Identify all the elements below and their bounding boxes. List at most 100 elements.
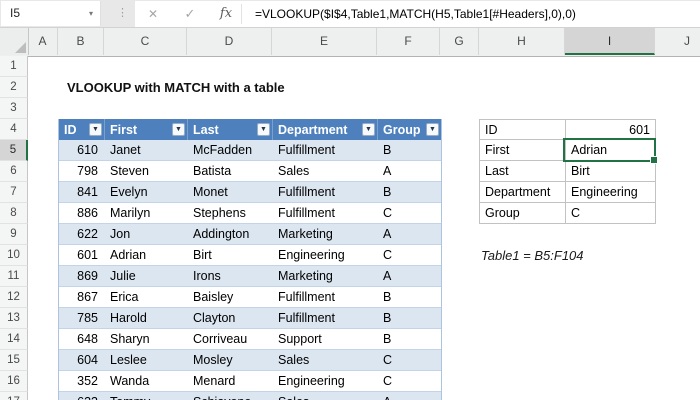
table-cell[interactable]: B bbox=[378, 140, 441, 161]
column-header-h[interactable]: H bbox=[479, 28, 565, 55]
table-cell[interactable]: Fulfillment bbox=[273, 308, 378, 329]
table-cell[interactable]: Janet bbox=[105, 140, 188, 161]
lookup-label-cell[interactable]: Last bbox=[479, 160, 566, 182]
table-cell[interactable]: Sales bbox=[273, 161, 378, 182]
enter-icon[interactable]: ✓ bbox=[179, 1, 201, 27]
table-cell[interactable]: Engineering bbox=[273, 245, 378, 266]
table-cell[interactable]: B bbox=[378, 329, 441, 350]
lookup-label-cell[interactable]: Department bbox=[479, 181, 566, 203]
table-cell[interactable]: 633 bbox=[59, 392, 105, 400]
table-cell[interactable]: 604 bbox=[59, 350, 105, 371]
table-cell[interactable]: Engineering bbox=[273, 371, 378, 392]
column-header-i[interactable]: I bbox=[565, 28, 655, 55]
table-cell[interactable]: Julie bbox=[105, 266, 188, 287]
table-cell[interactable]: B bbox=[378, 287, 441, 308]
table-cell[interactable]: 886 bbox=[59, 203, 105, 224]
table-cell[interactable]: Marilyn bbox=[105, 203, 188, 224]
column-header-a[interactable]: A bbox=[28, 28, 58, 55]
lookup-label-cell[interactable]: ID bbox=[479, 119, 566, 141]
table-cell[interactable]: A bbox=[378, 392, 441, 400]
table-cell[interactable]: A bbox=[378, 266, 441, 287]
table-cell[interactable]: Tommy bbox=[105, 392, 188, 400]
row-header-8[interactable]: 8 bbox=[0, 203, 28, 224]
row-header-12[interactable]: 12 bbox=[0, 287, 28, 308]
column-header-j[interactable]: J bbox=[655, 28, 700, 55]
filter-dropdown-icon[interactable]: ▼ bbox=[89, 123, 102, 136]
table-cell[interactable]: Birt bbox=[188, 245, 273, 266]
table-cell[interactable]: Menard bbox=[188, 371, 273, 392]
column-header-c[interactable]: C bbox=[104, 28, 187, 55]
table-cell[interactable]: A bbox=[378, 161, 441, 182]
table-cell[interactable]: B bbox=[378, 308, 441, 329]
row-header-15[interactable]: 15 bbox=[0, 350, 28, 371]
table-cell[interactable]: Monet bbox=[188, 182, 273, 203]
table-cell[interactable]: 648 bbox=[59, 329, 105, 350]
lookup-value-cell[interactable]: C bbox=[565, 202, 656, 224]
filter-dropdown-icon[interactable]: ▼ bbox=[426, 123, 439, 136]
table-cell[interactable]: Support bbox=[273, 329, 378, 350]
table-cell[interactable]: 798 bbox=[59, 161, 105, 182]
table-cell[interactable]: Schiavone bbox=[188, 392, 273, 400]
filter-dropdown-icon[interactable]: ▼ bbox=[362, 123, 375, 136]
table-cell[interactable]: C bbox=[378, 203, 441, 224]
lookup-label-cell[interactable]: Group bbox=[479, 202, 566, 224]
table-cell[interactable]: Addington bbox=[188, 224, 273, 245]
table-cell[interactable]: Irons bbox=[188, 266, 273, 287]
table-cell[interactable]: Erica bbox=[105, 287, 188, 308]
table-cell[interactable]: C bbox=[378, 350, 441, 371]
row-header-17[interactable]: 17 bbox=[0, 392, 28, 400]
table-cell[interactable]: Marketing bbox=[273, 266, 378, 287]
table-cell[interactable]: C bbox=[378, 371, 441, 392]
table-cell[interactable]: Evelyn bbox=[105, 182, 188, 203]
table-cell[interactable]: Leslee bbox=[105, 350, 188, 371]
row-header-14[interactable]: 14 bbox=[0, 329, 28, 350]
lookup-value-cell[interactable]: Birt bbox=[565, 160, 656, 182]
name-box[interactable]: I5 ▾ bbox=[1, 1, 101, 26]
table-cell[interactable]: Clayton bbox=[188, 308, 273, 329]
table-cell[interactable]: Sharyn bbox=[105, 329, 188, 350]
select-all-button[interactable] bbox=[0, 28, 29, 55]
table-cell[interactable]: Sales bbox=[273, 392, 378, 400]
lookup-value-cell[interactable]: 601 bbox=[565, 119, 656, 141]
table-cell[interactable]: Fulfillment bbox=[273, 140, 378, 161]
row-header-13[interactable]: 13 bbox=[0, 308, 28, 329]
table-cell[interactable]: 867 bbox=[59, 287, 105, 308]
table-cell[interactable]: Baisley bbox=[188, 287, 273, 308]
table-cell[interactable]: Marketing bbox=[273, 224, 378, 245]
table-cell[interactable]: A bbox=[378, 224, 441, 245]
column-header-d[interactable]: D bbox=[187, 28, 272, 55]
table-cell[interactable]: 785 bbox=[59, 308, 105, 329]
table-cell[interactable]: Fulfillment bbox=[273, 203, 378, 224]
row-header-6[interactable]: 6 bbox=[0, 161, 28, 182]
table-cell[interactable]: Fulfillment bbox=[273, 287, 378, 308]
table-cell[interactable]: 622 bbox=[59, 224, 105, 245]
table-cell[interactable]: 841 bbox=[59, 182, 105, 203]
table-cell[interactable]: Fulfillment bbox=[273, 182, 378, 203]
row-header-2[interactable]: 2 bbox=[0, 77, 28, 98]
table-cell[interactable]: Corriveau bbox=[188, 329, 273, 350]
row-header-5[interactable]: 5 bbox=[0, 140, 28, 161]
column-header-f[interactable]: F bbox=[377, 28, 440, 55]
table-cell[interactable]: Stephens bbox=[188, 203, 273, 224]
insert-function-icon[interactable]: fx bbox=[215, 1, 237, 27]
row-header-10[interactable]: 10 bbox=[0, 245, 28, 266]
table-cell[interactable]: Harold bbox=[105, 308, 188, 329]
table-cell[interactable]: Steven bbox=[105, 161, 188, 182]
row-header-7[interactable]: 7 bbox=[0, 182, 28, 203]
table-cell[interactable]: 869 bbox=[59, 266, 105, 287]
column-header-e[interactable]: E bbox=[272, 28, 377, 55]
table-cell[interactable]: B bbox=[378, 182, 441, 203]
formula-input[interactable]: =VLOOKUP($I$4,Table1,MATCH(H5,Table1[#He… bbox=[255, 1, 696, 27]
table-cell[interactable]: Batista bbox=[188, 161, 273, 182]
row-header-16[interactable]: 16 bbox=[0, 371, 28, 392]
column-header-g[interactable]: G bbox=[440, 28, 479, 55]
row-header-1[interactable]: 1 bbox=[0, 56, 28, 77]
column-header-b[interactable]: B bbox=[58, 28, 104, 55]
table-cell[interactable]: C bbox=[378, 245, 441, 266]
table-cell[interactable]: 352 bbox=[59, 371, 105, 392]
table-cell[interactable]: 610 bbox=[59, 140, 105, 161]
lookup-value-cell[interactable]: Engineering bbox=[565, 181, 656, 203]
lookup-label-cell[interactable]: First bbox=[479, 139, 566, 161]
row-header-4[interactable]: 4 bbox=[0, 119, 28, 140]
table-cell[interactable]: Wanda bbox=[105, 371, 188, 392]
